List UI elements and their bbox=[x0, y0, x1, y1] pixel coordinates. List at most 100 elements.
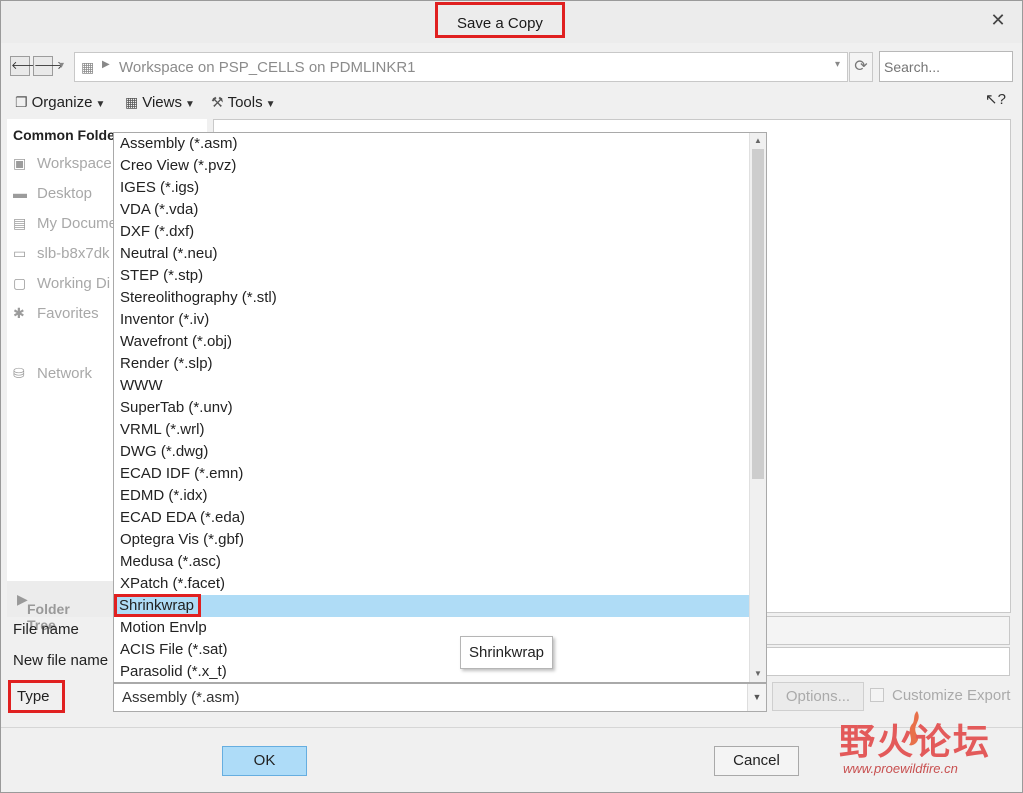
organize-label: Organize bbox=[31, 94, 93, 111]
type-option-label: ACIS File (*.sat) bbox=[120, 641, 228, 658]
type-option-label: Parasolid (*.x_t) bbox=[120, 663, 227, 680]
type-option[interactable]: ECAD EDA (*.eda) bbox=[114, 507, 750, 529]
close-icon[interactable]: ✕ bbox=[987, 9, 1009, 31]
type-option[interactable]: Creo View (*.pvz) bbox=[114, 155, 750, 177]
chevron-down-icon: ▼ bbox=[265, 99, 276, 110]
common-folders-title: Common Folde bbox=[13, 127, 115, 143]
options-button[interactable]: Options... bbox=[772, 682, 864, 711]
type-option-label: XPatch (*.facet) bbox=[120, 575, 226, 592]
type-option-label: DWG (*.dwg) bbox=[120, 443, 209, 460]
type-dropdown-list[interactable]: Assembly (*.asm) Creo View (*.pvz) IGES (*… bbox=[113, 132, 767, 683]
type-option-label: DXF (*.dxf) bbox=[120, 223, 195, 240]
title-bar: Save a Copy ✕ bbox=[1, 1, 1022, 43]
shrinkwrap-tooltip: Shrinkwrap bbox=[460, 636, 553, 669]
type-option-label: Wavefront (*.obj) bbox=[120, 333, 232, 350]
views-icon: ▦ bbox=[125, 94, 139, 110]
type-option-label: VRML (*.wrl) bbox=[120, 421, 205, 438]
sidebar-item-desktop[interactable]: ▬ Desktop bbox=[13, 183, 92, 203]
sidebar-item-working-directory[interactable]: ▢ Working Di bbox=[13, 273, 110, 293]
forum-watermark: 野火论坛 www.proewildfire.cn bbox=[839, 709, 1019, 789]
type-select[interactable]: Assembly (*.asm) ▼ bbox=[113, 683, 767, 712]
address-dropdown-icon[interactable]: ▾ bbox=[835, 59, 840, 70]
computer-icon: ▭ bbox=[13, 245, 27, 261]
folder-tree-label: ▶ Folder Tree bbox=[17, 591, 70, 633]
type-option-label: VDA (*.vda) bbox=[120, 201, 199, 218]
type-option[interactable]: DWG (*.dwg) bbox=[114, 441, 750, 463]
type-option[interactable]: Parasolid (*.x_t) bbox=[114, 661, 750, 683]
sidebar-item-my-documents[interactable]: ▤ My Docume bbox=[13, 213, 117, 233]
scroll-up-icon[interactable]: ▲ bbox=[750, 133, 766, 149]
breadcrumb-arrow-icon[interactable]: ▶ bbox=[102, 59, 110, 70]
address-bar[interactable]: ▦ ▶ Workspace on PSP_CELLS on PDMLINKR1 … bbox=[74, 52, 848, 82]
type-option-label: Shrinkwrap bbox=[114, 594, 202, 617]
type-option[interactable]: Assembly (*.asm) bbox=[114, 133, 750, 155]
type-option[interactable]: Render (*.slp) bbox=[114, 353, 750, 375]
sidebar-item-label: Desktop bbox=[37, 185, 93, 202]
type-option[interactable]: Neutral (*.neu) bbox=[114, 243, 750, 265]
organize-menu-button[interactable]: ❐ Organize ▼ bbox=[15, 91, 105, 113]
type-option[interactable]: Stereolithography (*.stl) bbox=[114, 287, 750, 309]
desktop-icon: ▬ bbox=[13, 185, 27, 201]
type-option[interactable]: ACIS File (*.sat) bbox=[114, 639, 750, 661]
dialog-title: Save a Copy bbox=[435, 2, 565, 38]
new-file-name-label: New file name bbox=[13, 652, 109, 669]
sidebar-item-label: slb-b8x7dk bbox=[37, 245, 110, 262]
type-option-label: Motion Envlp bbox=[120, 619, 207, 636]
type-option[interactable]: SuperTab (*.unv) bbox=[114, 397, 750, 419]
scroll-down-icon[interactable]: ▼ bbox=[750, 666, 766, 682]
sidebar-item-network[interactable]: ⛁ Network bbox=[13, 363, 92, 383]
customize-export-label: Customize Export bbox=[892, 687, 1011, 704]
ok-button[interactable]: OK bbox=[222, 746, 307, 776]
tools-icon: ⚒ bbox=[211, 94, 224, 110]
refresh-icon[interactable]: ⟳ bbox=[849, 52, 873, 82]
type-option-label: ECAD IDF (*.emn) bbox=[120, 465, 244, 482]
documents-icon: ▤ bbox=[13, 215, 27, 231]
type-option[interactable]: ECAD IDF (*.emn) bbox=[114, 463, 750, 485]
sidebar-item-label: Working Di bbox=[37, 275, 111, 292]
dropdown-scrollbar[interactable]: ▲ ▼ bbox=[749, 133, 766, 682]
type-option[interactable]: VRML (*.wrl) bbox=[114, 419, 750, 441]
sidebar-item-computer[interactable]: ▭ slb-b8x7dk bbox=[13, 243, 110, 263]
context-help-icon[interactable]: ↖? bbox=[985, 90, 1006, 108]
search-input[interactable] bbox=[879, 51, 1013, 82]
type-option-selected[interactable]: Shrinkwrap bbox=[114, 594, 750, 617]
type-option-label: Stereolithography (*.stl) bbox=[120, 289, 277, 306]
type-option[interactable]: EDMD (*.idx) bbox=[114, 485, 750, 507]
type-option[interactable]: STEP (*.stp) bbox=[114, 265, 750, 287]
sidebar-item-label: Favorites bbox=[37, 305, 99, 322]
type-option[interactable]: Motion Envlp bbox=[114, 617, 750, 639]
folder-icon: ▢ bbox=[13, 275, 27, 291]
save-a-copy-dialog: Save a Copy ✕ 🡐 🡒 ▾ ▦ ▶ Workspace on PSP… bbox=[0, 0, 1023, 793]
type-option[interactable]: Medusa (*.asc) bbox=[114, 551, 750, 573]
type-option[interactable]: DXF (*.dxf) bbox=[114, 221, 750, 243]
views-label: Views bbox=[142, 94, 182, 111]
type-option-label: IGES (*.igs) bbox=[120, 179, 200, 196]
forward-arrow-icon[interactable]: 🡒 bbox=[33, 56, 64, 76]
back-arrow-icon[interactable]: 🡐 bbox=[10, 56, 41, 76]
type-option[interactable]: XPatch (*.facet) bbox=[114, 573, 750, 595]
type-option[interactable]: Wavefront (*.obj) bbox=[114, 331, 750, 353]
tools-label: Tools bbox=[227, 94, 263, 111]
type-select-value: Assembly (*.asm) bbox=[122, 689, 240, 706]
views-menu-button[interactable]: ▦ Views ▼ bbox=[125, 91, 195, 113]
type-option-label: Optegra Vis (*.gbf) bbox=[120, 531, 244, 548]
type-option-label: Creo View (*.pvz) bbox=[120, 157, 237, 174]
dropdown-arrow-icon[interactable]: ▼ bbox=[747, 684, 766, 711]
star-icon: ✱ bbox=[13, 305, 25, 321]
sidebar-item-workspace[interactable]: ▣ Workspace bbox=[13, 153, 112, 173]
type-option[interactable]: WWW bbox=[114, 375, 750, 397]
type-option[interactable]: IGES (*.igs) bbox=[114, 177, 750, 199]
watermark-url: www.proewildfire.cn bbox=[843, 761, 958, 776]
type-option[interactable]: Inventor (*.iv) bbox=[114, 309, 750, 331]
customize-export-checkbox[interactable] bbox=[870, 688, 884, 702]
scrollbar-thumb[interactable] bbox=[752, 149, 764, 479]
history-dropdown-icon[interactable]: ▾ bbox=[59, 60, 64, 71]
type-option[interactable]: VDA (*.vda) bbox=[114, 199, 750, 221]
cancel-button[interactable]: Cancel bbox=[714, 746, 799, 776]
tools-menu-button[interactable]: ⚒ Tools ▼ bbox=[211, 91, 276, 113]
type-option[interactable]: Optegra Vis (*.gbf) bbox=[114, 529, 750, 551]
sidebar-item-favorites[interactable]: ✱ Favorites bbox=[13, 303, 99, 323]
watermark-chinese: 野火论坛 bbox=[839, 721, 992, 762]
file-name-label: File name bbox=[13, 621, 79, 638]
chevron-down-icon: ▼ bbox=[184, 99, 195, 110]
